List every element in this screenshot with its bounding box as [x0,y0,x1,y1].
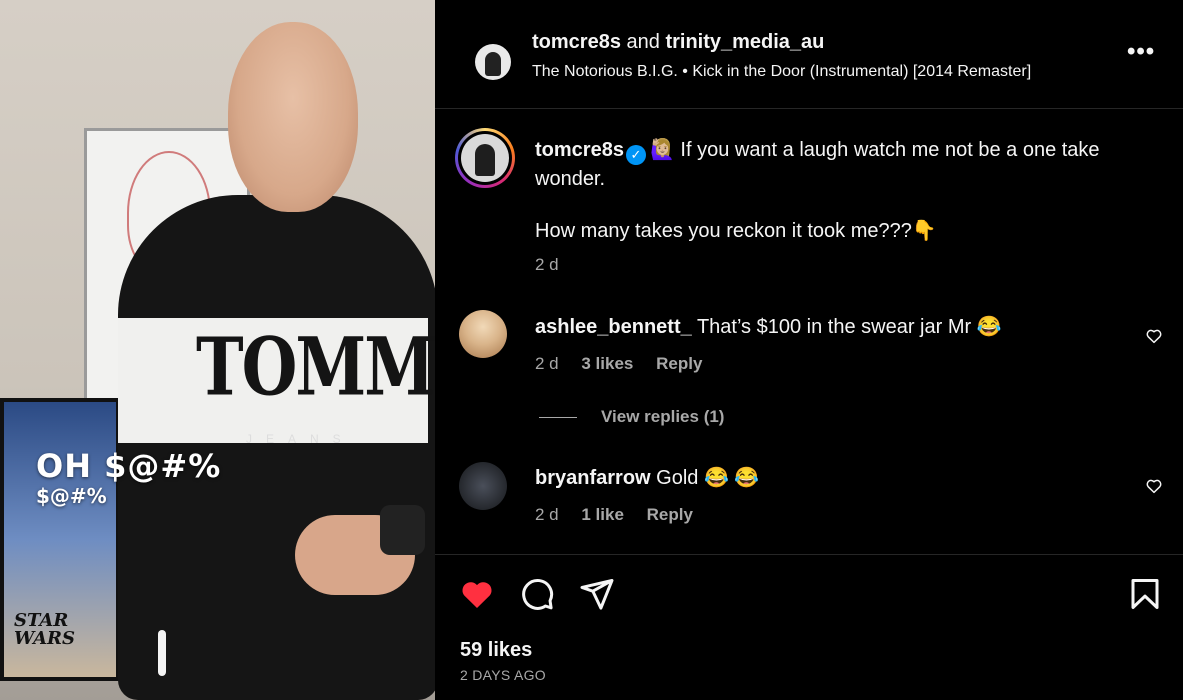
post-authors: tomcre8s and trinity_media_au [532,31,824,54]
caption-line-2: How many takes you reckon it took me???👇 [535,220,937,242]
comment-body: Gold 😂 😂 [656,467,760,489]
actions-divider [435,554,1183,555]
wrist-watch [380,505,425,555]
comment-timestamp[interactable]: 2 d [535,354,559,373]
marker [158,630,166,676]
caption-username[interactable]: tomcre8s [535,139,624,161]
bookmark-icon[interactable] [1127,576,1163,612]
comment-username[interactable]: bryanfarrow [535,467,651,489]
author-username[interactable]: tomcre8s [532,31,621,53]
commenter-avatar[interactable] [459,462,507,510]
comment-timestamp[interactable]: 2 d [535,505,559,524]
audio-track-link[interactable]: The Notorious B.I.G. • Kick in the Door … [532,63,1031,81]
caption-avatar[interactable] [455,128,515,188]
post-header: tomcre8s and trinity_media_au The Notori… [435,0,1183,109]
comment-text: ashlee_bennett_ That’s $100 in the swear… [535,314,1002,339]
more-options-icon[interactable]: ••• [1127,38,1155,66]
avatar-photo [461,134,509,182]
poster-title: STAR WARS [14,610,75,649]
likes-count[interactable]: 59 likes [460,639,532,662]
overlay-line-1: OH $@#% [36,447,222,485]
verified-badge-icon: ✓ [625,145,646,165]
person-head [228,22,358,212]
comment-bubble-icon[interactable] [519,576,555,612]
view-replies-button[interactable]: View replies (1) [539,407,724,427]
comment-text: bryanfarrow Gold 😂 😂 [535,465,759,490]
paper-plane-icon[interactable] [579,576,615,612]
caption-text: tomcre8s ✓ 🙋🏼‍♀️ If you want a laugh watch… [535,136,1155,193]
sweater-sub-logo: JEANS [246,432,355,446]
reply-button[interactable]: Reply [656,354,702,373]
comment-username[interactable]: ashlee_bennett_ [535,316,692,338]
caption-timestamp[interactable]: 2 d [535,255,559,275]
reply-button[interactable]: Reply [647,505,693,524]
post-timestamp[interactable]: 2 DAYS AGO [460,667,546,683]
view-replies-line [539,417,577,419]
sweater-logo: TOMMY [196,320,435,415]
post-side-panel: tomcre8s and trinity_media_au The Notori… [435,0,1183,700]
overlay-line-2: $@#% [36,484,107,508]
comment-likes[interactable]: 1 like [581,505,624,524]
comment-likes[interactable]: 3 likes [581,354,633,373]
commenter-avatar[interactable] [459,310,507,358]
post-video[interactable]: STAR WARS TOMMY JEANS OH $@#% $@#% [0,0,435,700]
comment-meta: 2 d 1 like Reply [535,505,711,525]
avatar-figure [475,144,495,176]
heart-outline-icon[interactable] [1145,477,1163,495]
collab-username[interactable]: trinity_media_au [665,31,824,53]
comment-meta: 2 d 3 likes Reply [535,354,720,374]
video-overlay-text: OH $@#% $@#% [36,448,221,508]
author-avatar[interactable] [475,44,511,80]
comment-body: That’s $100 in the swear jar Mr 😂 [696,316,1002,338]
avatar-figure [485,52,501,76]
heart-filled-icon[interactable] [459,576,495,612]
star-wars-poster: STAR WARS [0,398,120,681]
heart-outline-icon[interactable] [1145,327,1163,345]
view-replies-label: View replies (1) [601,407,725,426]
authors-conjunction: and [626,31,660,53]
